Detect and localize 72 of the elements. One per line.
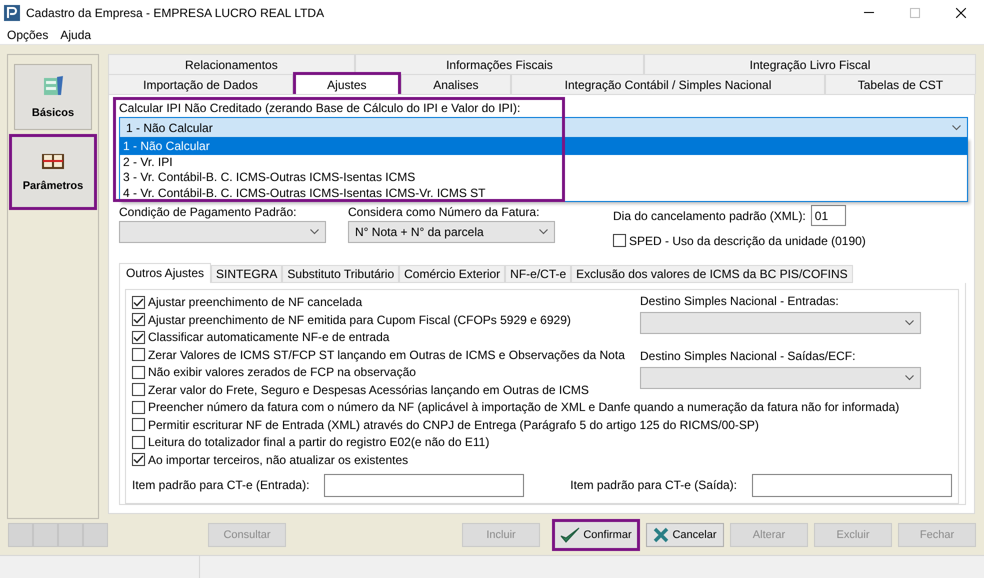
checkbox-label: Ao importar terceiros, não atualizar os existentes [148, 452, 408, 467]
minimize-icon [864, 12, 874, 13]
sidebar-button[interactable]: Básicos [14, 64, 92, 130]
sidebar-button[interactable]: Parâmetros [9, 134, 97, 210]
checkbox[interactable] [132, 400, 145, 414]
action-button[interactable]: Cancelar [646, 523, 724, 547]
checkbox[interactable] [613, 234, 626, 248]
tab[interactable]: Exclusão dos valores de ICMS da BC PIS/COFINS [571, 264, 853, 282]
checkbox[interactable] [132, 366, 145, 379]
dropdown[interactable]: 1 - Não Calcular [119, 117, 968, 138]
field-label: Condição de Pagamento Padrão: [119, 205, 298, 219]
tab[interactable]: Integração Contábil / Simples Nacional [511, 74, 825, 94]
maximize-icon [910, 8, 920, 18]
menu-item[interactable]: Ajuda [60, 28, 92, 42]
text-field[interactable] [752, 474, 952, 496]
checkbox[interactable] [132, 348, 145, 362]
tab[interactable]: Ajustes [293, 72, 401, 94]
checkbox[interactable] [132, 330, 145, 344]
text-field[interactable] [324, 474, 524, 496]
field-label: Considera como Número da Fatura: [348, 205, 540, 219]
tab[interactable]: Informações Fiscais [354, 54, 644, 74]
field-label: Destino Simples Nacional - Saídas/ECF: [640, 348, 856, 362]
cross-icon [653, 527, 670, 543]
checkbox[interactable] [132, 383, 145, 396]
field-label: Dia do cancelamento padrão (XML): [613, 208, 806, 222]
action-button[interactable]: Confirmar [552, 519, 640, 551]
checkbox-label: Classificar automaticamente NF-e de entrada [148, 330, 390, 344]
field-label: Item padrão para CT-e (Saída): [570, 478, 737, 492]
book-icon [41, 152, 65, 170]
checkbox-label: Zerar Valores de ICMS ST/FCP ST lançando em Outras de ICMS e Observações da Nota [148, 348, 625, 362]
cabinet-icon [42, 75, 64, 97]
app-logo-icon [4, 4, 20, 20]
checkbox[interactable] [132, 296, 145, 309]
checkbox[interactable] [132, 436, 145, 449]
checkbox-label: SPED - Uso da descrição da unidade (0190) [629, 234, 866, 248]
dropdown-option[interactable]: 3 - Vr. Contábil-B. C. ICMS-Outras ICMS-Isentas ICMS [120, 170, 967, 186]
checkbox-label: Zerar valor do Frete, Seguro e Despesas Acessórias lançando em Outras de ICMS [148, 382, 589, 397]
tab[interactable]: Substituto Tributário [282, 264, 400, 282]
field-label: Destino Simples Nacional - Entradas: [640, 294, 840, 308]
tab[interactable]: NF-e/CT-e [505, 264, 572, 282]
menu-item[interactable]: Opções [7, 28, 48, 42]
chevron-down-icon [905, 320, 914, 326]
field-label: Calcular IPI Não Creditado (zerando Base de Cálculo do IPI e Valor do IPI): [119, 101, 522, 115]
tab[interactable]: SINTEGRA [211, 264, 282, 282]
tab[interactable]: Outros Ajustes [119, 262, 212, 282]
checkbox-label: Leitura do totalizador final a partir do registro E02(e não do E11) [148, 435, 490, 450]
dropdown[interactable]: N° Nota + N° da parcela [348, 221, 555, 243]
day-field[interactable]: 01 [810, 205, 846, 226]
window-title: Cadastro da Empresa - EMPRESA LUCRO REAL LTDA [26, 6, 326, 20]
dropdown-option[interactable]: 1 - Não Calcular [120, 139, 967, 154]
chevron-down-icon [905, 374, 914, 380]
checkbox-label: Não exibir valores zerados de FCP na observação [148, 365, 416, 380]
tab[interactable]: Analises [400, 74, 512, 94]
checkbox[interactable] [132, 453, 145, 466]
field-label: Item padrão para CT-e (Entrada): [132, 478, 310, 492]
chevron-down-icon [952, 124, 961, 130]
chevron-down-icon [310, 229, 319, 235]
tab[interactable]: Importação de Dados [108, 74, 293, 94]
checkbox-label: Permitir escriturar NF de Entrada (XML) através do CNPJ de Entrega (Parágrafo 5 do artigo 125 do RICMS/00-SP) [148, 418, 759, 432]
tab[interactable]: Tabelas de CST [824, 74, 976, 94]
close-icon [956, 8, 966, 18]
checkbox-label: Ajustar preenchimento de NF cancelada [148, 295, 362, 310]
tab[interactable]: Relacionamentos [108, 54, 355, 74]
checkbox[interactable] [132, 313, 145, 326]
tab[interactable]: Integração Livro Fiscal [644, 54, 976, 74]
dropdown-option[interactable]: 2 - Vr. IPI [120, 154, 967, 170]
tab[interactable]: Comércio Exterior [399, 264, 506, 282]
checkbox-label: Ajustar preenchimento de NF emitida para Cupom Fiscal (CFOPs 5929 e 6929) [148, 312, 571, 327]
chevron-down-icon [539, 229, 548, 235]
checkbox[interactable] [132, 418, 145, 432]
checkbox-label: Preencher número da fatura com o número da NF (aplicável à importação de XML e Danfe quando a numeração da fatura não for informada) [148, 400, 900, 414]
checkmark-icon [560, 526, 580, 544]
